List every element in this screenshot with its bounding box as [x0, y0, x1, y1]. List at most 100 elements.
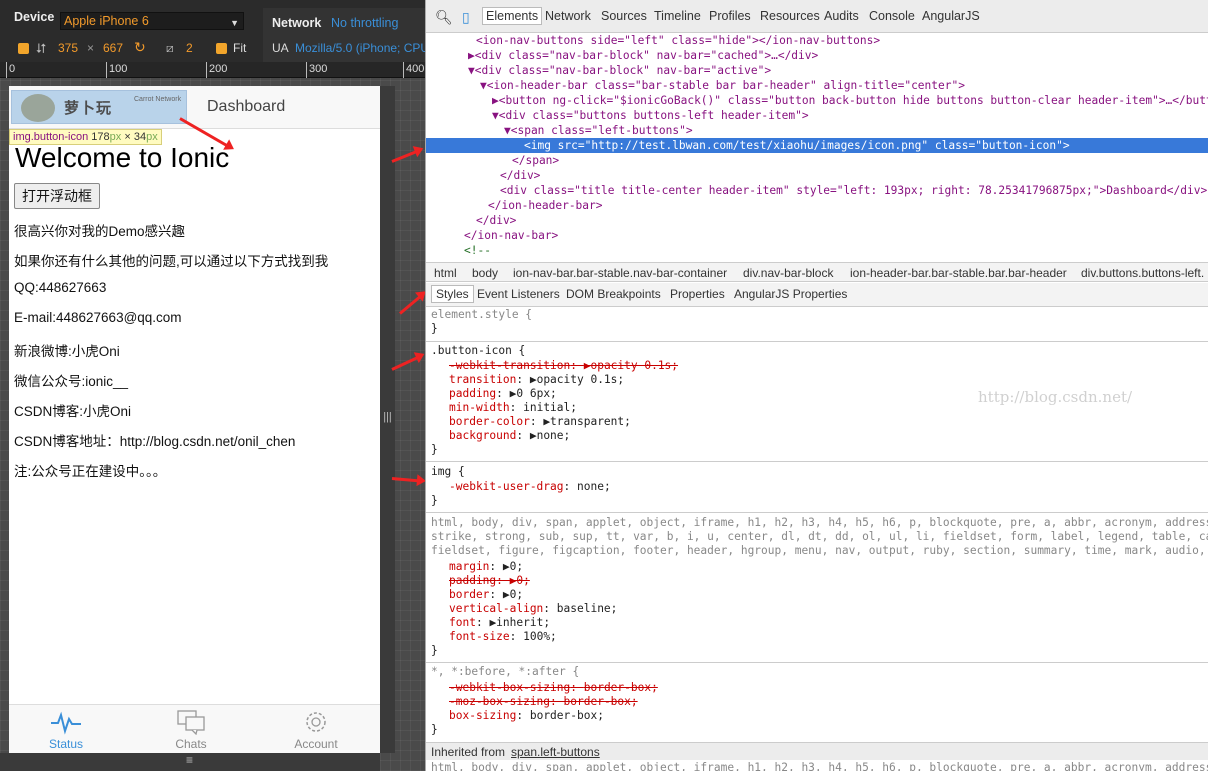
width-input[interactable]: 375 [58, 41, 78, 55]
swap-dimensions-icon[interactable]: ⮃ [36, 41, 46, 57]
css-property[interactable]: border: ▶0; [449, 588, 523, 602]
tab-account[interactable]: Account [271, 709, 361, 751]
tab-resources[interactable]: Resources [760, 9, 820, 23]
css-property[interactable]: font: ▶inherit; [449, 616, 550, 630]
css-selector[interactable]: strike, strong, sub, sup, tt, var, b, i,… [431, 530, 1208, 544]
inherited-link[interactable]: span.left-buttons [511, 745, 600, 759]
css-selector[interactable]: fieldset, figure, figcaption, footer, he… [431, 544, 1208, 558]
tab-angularjs[interactable]: AngularJS [922, 9, 980, 23]
contact-text: 如果你还有什么其他的问题,可以通过以下方式找到我 [14, 254, 329, 269]
prop-name: min-width [449, 401, 510, 414]
dom-node[interactable]: ▼<div class="buttons buttons-left header… [426, 108, 1208, 123]
css-property[interactable]: background: ▶none; [449, 429, 570, 443]
tab-console[interactable]: Console [869, 9, 915, 23]
email-text: E-mail:448627663@qq.com [14, 310, 182, 325]
device-mode-icon[interactable]: ▯ [462, 9, 470, 26]
fit-checkbox[interactable] [216, 43, 227, 54]
dom-node[interactable]: ▼<div class="nav-bar-block" nav-bar="act… [426, 63, 1208, 78]
resolution-checkbox[interactable] [18, 43, 29, 54]
tab-event-listeners[interactable]: Event Listeners [477, 287, 560, 301]
ruler-tick: 100 [106, 62, 127, 78]
css-selector[interactable]: img { [431, 465, 465, 479]
css-selector[interactable]: .button-icon { [431, 344, 525, 358]
css-property[interactable]: vertical-align: baseline; [449, 602, 617, 616]
tab-styles[interactable]: Styles [431, 285, 474, 303]
open-popover-button[interactable]: 打开浮动框 [14, 183, 100, 209]
dom-node[interactable]: </ion-header-bar> [426, 198, 1208, 213]
csdn-url-text: CSDN博客地址：http://blog.csdn.net/onil_chen [14, 434, 296, 449]
tab-network[interactable]: Network [545, 9, 591, 23]
dom-node[interactable]: <div class="title title-center header-it… [426, 183, 1208, 198]
css-property[interactable]: -webkit-box-sizing: border-box; [449, 681, 658, 695]
breadcrumb-item[interactable]: div.buttons.buttons-left. [1081, 266, 1204, 280]
css-property[interactable]: padding: ▶0; [449, 574, 530, 588]
css-property[interactable]: margin: ▶0; [449, 560, 523, 574]
tab-label: Account [294, 737, 338, 751]
tab-profiles[interactable]: Profiles [709, 9, 751, 23]
breadcrumb-item[interactable]: body [472, 266, 498, 280]
tab-properties[interactable]: Properties [670, 287, 725, 301]
tab-dom-breakpoints[interactable]: DOM Breakpoints [566, 287, 661, 301]
css-property[interactable]: box-sizing: border-box; [449, 709, 604, 723]
css-selector[interactable]: html, body, div, span, applet, object, i… [431, 516, 1208, 530]
css-selector[interactable]: html, body, div, span, applet, object, i… [431, 761, 1208, 771]
dom-node[interactable]: </ion-nav-bar> [426, 228, 1208, 243]
css-selector[interactable]: element.style { [431, 308, 532, 322]
tab-bar: Status Chats Account [9, 704, 380, 753]
css-property[interactable]: padding: ▶0 6px; [449, 387, 557, 401]
dom-node[interactable]: </span> [426, 153, 1208, 168]
resize-handle-bottom[interactable]: ≡ [0, 753, 380, 771]
tab-chats[interactable]: Chats [146, 709, 236, 751]
breadcrumb: html body ion-nav-bar.bar-stable.nav-bar… [426, 262, 1208, 282]
css-property[interactable]: -webkit-user-drag: none; [449, 480, 611, 494]
device-select[interactable]: Apple iPhone 6 ▼ [60, 12, 244, 30]
tab-label: Chats [175, 737, 207, 751]
dom-node[interactable]: </div> [426, 213, 1208, 228]
tab-angularjs-properties[interactable]: AngularJS Properties [734, 287, 847, 301]
network-throttle-select[interactable]: No throttling [331, 16, 398, 30]
dom-node[interactable]: ▼<ion-header-bar class="bar-stable bar b… [426, 78, 1208, 93]
fit-label: Fit [233, 41, 247, 55]
breadcrumb-item[interactable]: html [434, 266, 457, 280]
rotate-icon[interactable]: ↻ [134, 39, 146, 56]
css-close: } [431, 494, 438, 507]
height-input[interactable]: 667 [103, 41, 123, 55]
user-agent-input[interactable]: Mozilla/5.0 (iPhone; CPU [295, 41, 425, 55]
zoom-input[interactable]: 2 [186, 41, 193, 55]
breadcrumb-item[interactable]: ion-nav-bar.bar-stable.nav-bar-container [513, 266, 727, 280]
breadcrumb-item[interactable]: ion-header-bar.bar-stable.bar.bar-header [850, 266, 1067, 280]
prop-name: transition [449, 373, 517, 386]
tab-elements[interactable]: Elements [482, 7, 543, 25]
dom-node[interactable]: ▶<div class="nav-bar-block" nav-bar="cac… [426, 48, 1208, 63]
resize-handle-right[interactable]: ||| [380, 86, 395, 753]
css-property[interactable]: transition: ▶opacity 0.1s; [449, 373, 624, 387]
dom-comment[interactable]: <!-- [426, 243, 1208, 258]
devtools-panel: 🔍︎ ▯ Elements Network Sources Timeline P… [425, 0, 1208, 771]
breadcrumb-item[interactable]: div.nav-bar-block [743, 266, 833, 280]
weibo-text: 新浪微博:小虎Oni [14, 344, 120, 359]
tab-timeline[interactable]: Timeline [654, 9, 701, 23]
dom-node[interactable]: <ion-nav-buttons side="left" class="hide… [426, 33, 1208, 48]
dom-node-selected[interactable]: <img src="http://test.lbwan.com/test/xia… [426, 138, 1208, 153]
search-icon[interactable]: 🔍︎ [435, 9, 453, 26]
css-property[interactable]: -moz-box-sizing: border-box; [449, 695, 638, 709]
css-property[interactable]: font-size: 100%; [449, 630, 557, 644]
phone-viewport: 萝卜玩 Carrot Network Dashboard img.button-… [9, 86, 380, 753]
css-property[interactable]: min-width: initial; [449, 401, 577, 415]
tab-audits[interactable]: Audits [824, 9, 859, 23]
css-selector[interactable]: *, *:before, *:after { [431, 665, 579, 679]
emulator-toolbar: Device Apple iPhone 6 ▼ Network No thrott… [0, 0, 425, 62]
prop-name: font [449, 616, 476, 629]
tab-status[interactable]: Status [21, 709, 111, 751]
times-sign: × [87, 41, 95, 55]
tab-sources[interactable]: Sources [601, 9, 647, 23]
grip-icon: ≡ [186, 753, 194, 767]
prop-name: box-sizing [449, 709, 517, 722]
app-logo[interactable]: 萝卜玩 Carrot Network [11, 90, 187, 124]
dropdown-arrow-icon: ▼ [230, 18, 239, 28]
css-property[interactable]: border-color: ▶transparent; [449, 415, 631, 429]
css-property[interactable]: -webkit-transition: ▶opacity 0.1s; [449, 359, 678, 373]
dom-node[interactable]: </div> [426, 168, 1208, 183]
dom-node[interactable]: ▼<span class="left-buttons"> [426, 123, 1208, 138]
dom-node[interactable]: ▶<button ng-click="$ionicGoBack()" class… [426, 93, 1208, 108]
